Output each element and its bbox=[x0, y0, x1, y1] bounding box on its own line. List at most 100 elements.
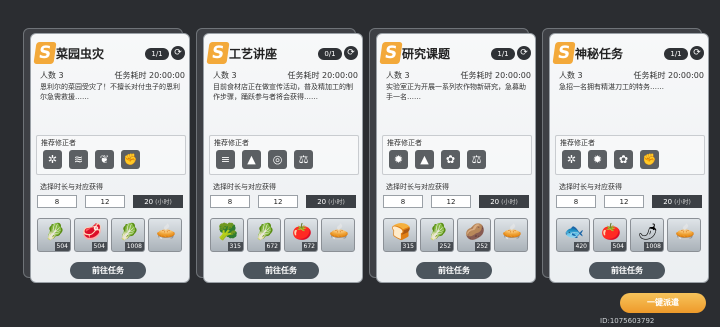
duration-label: 选择时长与对应获得 bbox=[40, 183, 103, 191]
balance-icon[interactable]: ⚖ bbox=[467, 150, 486, 169]
wind-icon[interactable]: ≋ bbox=[69, 150, 88, 169]
card-title: 菜园虫灾 bbox=[56, 47, 105, 61]
reward-meat-item[interactable]: 🥩 504 bbox=[74, 218, 108, 252]
recommended-label: 推荐修正者 bbox=[560, 139, 595, 147]
bok-choy-icon: 🥬 bbox=[45, 222, 65, 241]
task-card-3: S 研究课题 1/1 ⟳ 人数 3 任务耗时 20:00:00 实验室正为开展一… bbox=[369, 28, 536, 283]
refresh-icon[interactable]: ⟳ bbox=[344, 46, 358, 60]
potato-icon: 🥔 bbox=[465, 222, 485, 241]
card-title: 神秘任务 bbox=[575, 47, 624, 61]
reward-qty: 315 bbox=[227, 242, 243, 251]
scallion-icon: 🥬 bbox=[119, 222, 139, 241]
task-duration: 任务耗时 20:00:00 bbox=[633, 71, 704, 80]
sun-icon[interactable]: ✹ bbox=[588, 150, 607, 169]
duration-20-button[interactable]: 20 (小时) bbox=[479, 195, 529, 208]
tomato-icon: 🍅 bbox=[601, 222, 621, 241]
flower-icon[interactable]: ✿ bbox=[614, 150, 633, 169]
claw-icon[interactable]: ✲ bbox=[562, 150, 581, 169]
duration-8-button[interactable]: 8 bbox=[383, 195, 423, 208]
duration-value: 20 bbox=[144, 198, 154, 206]
duration-label: 选择时长与对应获得 bbox=[386, 183, 449, 191]
reward-potato-item[interactable]: 🥔 252 bbox=[457, 218, 491, 252]
refresh-icon[interactable]: ⟳ bbox=[171, 46, 185, 60]
duration-unit: (小时) bbox=[155, 199, 172, 206]
duration-20-button[interactable]: 20 (小时) bbox=[306, 195, 356, 208]
task-description: 实验室正为开展一系列农作物新研究，急募助手一名…… bbox=[386, 83, 526, 101]
task-card-body: S 工艺讲座 0/1 ⟳ 人数 3 任务耗时 20:00:00 目前食材店正在做… bbox=[203, 33, 363, 283]
one-click-dispatch-button[interactable]: 一键派遣 bbox=[620, 293, 706, 313]
reward-qty: 504 bbox=[610, 242, 626, 251]
meat-icon: 🥩 bbox=[82, 222, 102, 241]
balance-icon[interactable]: ⚖ bbox=[294, 150, 313, 169]
scallion-icon: 🥬 bbox=[255, 222, 275, 241]
reward-qty: 1008 bbox=[124, 242, 144, 251]
go-to-task-button[interactable]: 前往任务 bbox=[243, 262, 319, 279]
reward-scallion-item[interactable]: 🥬 672 bbox=[247, 218, 281, 252]
flower-icon[interactable]: ✿ bbox=[441, 150, 460, 169]
duration-12-button[interactable]: 12 bbox=[85, 195, 125, 208]
wave-icon[interactable]: ◎ bbox=[268, 150, 287, 169]
task-card-2: S 工艺讲座 0/1 ⟳ 人数 3 任务耗时 20:00:00 目前食材店正在做… bbox=[196, 28, 363, 283]
duration-20-button[interactable]: 20 (小时) bbox=[133, 195, 183, 208]
card-title: 工艺讲座 bbox=[229, 47, 278, 61]
duration-value: 20 bbox=[663, 198, 673, 206]
reward-bok-choy-item[interactable]: 🥬 252 bbox=[420, 218, 454, 252]
go-to-task-button[interactable]: 前往任务 bbox=[589, 262, 665, 279]
reward-bok-choy-item[interactable]: 🥬 504 bbox=[37, 218, 71, 252]
people-count: 人数 3 bbox=[386, 71, 410, 80]
s-rank-icon: S bbox=[206, 42, 230, 64]
task-description: 急招一名拥有精湛刀工的特务…… bbox=[559, 83, 664, 91]
reward-tomato-item[interactable]: 🍅 504 bbox=[593, 218, 627, 252]
reward-pie-item[interactable]: 🥧 bbox=[494, 218, 528, 252]
recommended-modifiers: 推荐修正者 ≡ ▲ ◎ ⚖ bbox=[209, 135, 359, 175]
recommended-label: 推荐修正者 bbox=[214, 139, 249, 147]
duration-label: 选择时长与对应获得 bbox=[213, 183, 276, 191]
duration-unit: (小时) bbox=[674, 199, 691, 206]
s-rank-icon: S bbox=[33, 42, 57, 64]
recommended-label: 推荐修正者 bbox=[387, 139, 422, 147]
reward-tomato-item[interactable]: 🍅 672 bbox=[284, 218, 318, 252]
reward-salmon-item[interactable]: 🐟 420 bbox=[556, 218, 590, 252]
duration-label: 选择时长与对应获得 bbox=[559, 183, 622, 191]
reward-qty: 504 bbox=[54, 242, 70, 251]
recommended-modifiers: 推荐修正者 ✹ ▲ ✿ ⚖ bbox=[382, 135, 532, 175]
triangle-icon[interactable]: ▲ bbox=[242, 150, 261, 169]
reward-cauliflower-item[interactable]: 🥦 315 bbox=[210, 218, 244, 252]
recommended-modifiers: 推荐修正者 ✲ ≋ ❦ ✊ bbox=[36, 135, 186, 175]
task-count: 1/1 bbox=[145, 48, 169, 60]
reward-chili-item[interactable]: 🌶 1008 bbox=[630, 218, 664, 252]
chili-icon: 🌶 bbox=[637, 222, 659, 241]
duration-12-button[interactable]: 12 bbox=[431, 195, 471, 208]
fist-icon[interactable]: ✊ bbox=[121, 150, 140, 169]
reward-bread-item[interactable]: 🍞 315 bbox=[383, 218, 417, 252]
duration-12-button[interactable]: 12 bbox=[604, 195, 644, 208]
duration-20-button[interactable]: 20 (小时) bbox=[652, 195, 702, 208]
sun-icon[interactable]: ✹ bbox=[389, 150, 408, 169]
duration-value: 20 bbox=[317, 198, 327, 206]
reward-qty: 504 bbox=[91, 242, 107, 251]
recommended-label: 推荐修正者 bbox=[41, 139, 76, 147]
reward-qty: 672 bbox=[264, 242, 280, 251]
bok-choy-icon: 🥬 bbox=[428, 222, 448, 241]
layers-icon[interactable]: ≡ bbox=[216, 150, 235, 169]
go-to-task-button[interactable]: 前往任务 bbox=[70, 262, 146, 279]
duration-12-button[interactable]: 12 bbox=[258, 195, 298, 208]
duration-8-button[interactable]: 8 bbox=[37, 195, 77, 208]
reward-qty: 1008 bbox=[643, 242, 663, 251]
reward-scallion-item[interactable]: 🥬 1008 bbox=[111, 218, 145, 252]
reward-pie-item[interactable]: 🥧 bbox=[667, 218, 701, 252]
go-to-task-button[interactable]: 前往任务 bbox=[416, 262, 492, 279]
refresh-icon[interactable]: ⟳ bbox=[517, 46, 531, 60]
duration-8-button[interactable]: 8 bbox=[556, 195, 596, 208]
reward-qty: 252 bbox=[474, 242, 490, 251]
reward-pie-item[interactable]: 🥧 bbox=[148, 218, 182, 252]
fist-icon[interactable]: ✊ bbox=[640, 150, 659, 169]
claw-icon[interactable]: ✲ bbox=[43, 150, 62, 169]
reward-pie-item[interactable]: 🥧 bbox=[321, 218, 355, 252]
refresh-icon[interactable]: ⟳ bbox=[690, 46, 704, 60]
task-description: 恩利尔的菜园受灾了！不擅长对付虫子的恩利尔急需救援…… bbox=[40, 83, 180, 101]
duration-unit: (小时) bbox=[501, 199, 518, 206]
leaf-icon[interactable]: ❦ bbox=[95, 150, 114, 169]
triangle-icon[interactable]: ▲ bbox=[415, 150, 434, 169]
duration-8-button[interactable]: 8 bbox=[210, 195, 250, 208]
